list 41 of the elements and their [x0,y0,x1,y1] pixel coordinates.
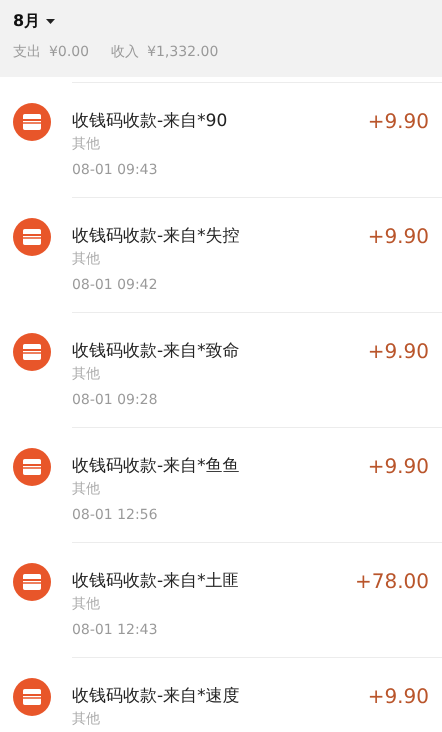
transaction-amount: +9.90 [368,453,430,480]
transaction-amount: +9.90 [368,338,430,365]
expense-amount: ¥0.00 [49,42,90,62]
transaction-category: 其他 [72,595,100,614]
shop-icon [13,678,51,716]
transaction-time: 08-01 09:42 [72,276,158,295]
transaction-row[interactable]: 收钱码收款-来自*土匪 其他 08-01 12:43 +78.00 [72,542,442,657]
transaction-row[interactable]: 收钱码收款-来自*失控 其他 08-01 09:42 +9.90 [72,197,442,312]
transaction-amount: +9.90 [368,108,430,135]
transaction-title: 收钱码收款-来自*土匪 [72,570,241,593]
transaction-title: 收钱码收款-来自*鱼鱼 [72,455,241,478]
transaction-row[interactable]: 收钱码收款-来自*90 其他 08-01 09:43 +9.90 [72,82,442,197]
expense-label: 支出 [13,42,41,62]
transaction-amount: +9.90 [368,683,430,710]
transaction-category: 其他 [72,480,100,499]
transaction-category: 其他 [72,710,100,729]
transaction-category: 其他 [72,365,100,384]
shop-icon [13,448,51,486]
month-selector[interactable]: 8月 [13,9,56,33]
transaction-category: 其他 [72,250,100,269]
transaction-title: 收钱码收款-来自*失控 [72,225,241,248]
shop-icon [13,333,51,371]
dropdown-caret-icon [46,18,56,24]
transaction-row[interactable]: 收钱码收款-来自*速度 其他 +9.90 [72,657,442,732]
transaction-category: 其他 [72,135,100,154]
transaction-row[interactable]: 收钱码收款-来自*鱼鱼 其他 08-01 12:56 +9.90 [72,427,442,542]
transaction-time: 08-01 09:28 [72,391,158,410]
transaction-time: 08-01 12:56 [72,506,158,525]
transaction-time: 08-01 09:43 [72,161,158,180]
shop-icon [13,218,51,256]
transaction-title: 收钱码收款-来自*90 [72,110,228,133]
transaction-title: 收钱码收款-来自*致命 [72,340,241,363]
transaction-amount: +78.00 [354,568,430,595]
shop-icon [13,563,51,601]
transaction-row[interactable]: 收钱码收款-来自*致命 其他 08-01 09:28 +9.90 [72,312,442,427]
income-amount: ¥1,332.00 [147,42,218,62]
shop-icon [13,103,51,141]
income-label: 收入 [111,42,140,62]
transaction-title: 收钱码收款-来自*速度 [72,685,241,708]
transaction-time: 08-01 12:43 [72,621,158,640]
transaction-amount: +9.90 [368,223,430,250]
